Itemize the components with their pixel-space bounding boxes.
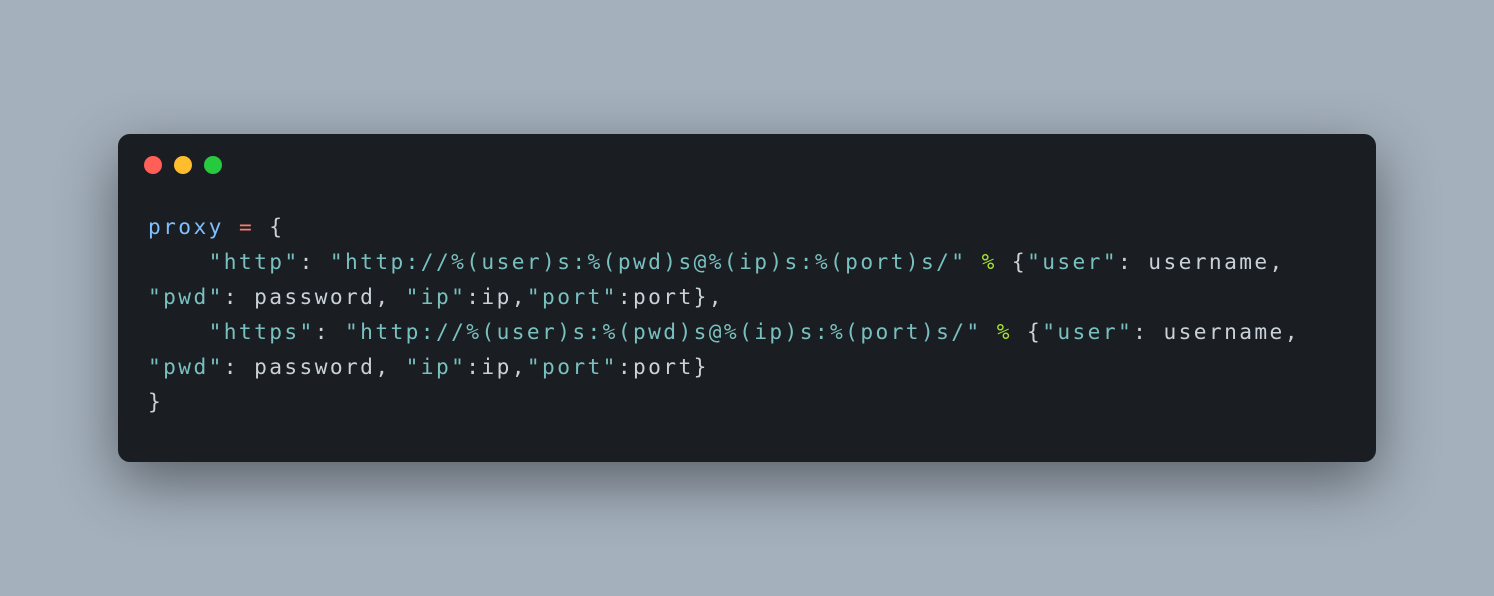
code-token: "user" <box>1027 249 1118 274</box>
code-token: { <box>997 249 1027 274</box>
zoom-icon[interactable] <box>204 156 222 174</box>
code-token: "pwd" <box>148 284 224 309</box>
code-token: "https" <box>209 319 315 344</box>
code-token: : password, <box>224 354 406 379</box>
window-titlebar <box>118 134 1376 182</box>
code-token <box>982 319 997 344</box>
code-token: : username, <box>1133 319 1315 344</box>
code-token: "user" <box>1042 319 1133 344</box>
code-token: "http://%(user)s:%(pwd)s@%(ip)s:%(port)s… <box>330 249 967 274</box>
code-token: "ip" <box>406 284 467 309</box>
code-token: "http://%(user)s:%(pwd)s@%(ip)s:%(port)s… <box>345 319 982 344</box>
code-token: :ip, <box>466 284 527 309</box>
code-window: proxy = { "http": "http://%(user)s:%(pwd… <box>118 134 1376 462</box>
minimize-icon[interactable] <box>174 156 192 174</box>
code-token: "http" <box>209 249 300 274</box>
code-token: % <box>982 249 997 274</box>
close-icon[interactable] <box>144 156 162 174</box>
code-token: : <box>300 249 330 274</box>
code-token <box>966 249 981 274</box>
code-token: = <box>239 214 254 239</box>
code-token: "port" <box>527 284 618 309</box>
code-token: "ip" <box>406 354 467 379</box>
code-token: : <box>315 319 345 344</box>
code-token: "pwd" <box>148 354 224 379</box>
code-token: { <box>1012 319 1042 344</box>
code-token: % <box>997 319 1012 344</box>
code-token: "port" <box>527 354 618 379</box>
code-token: : password, <box>224 284 406 309</box>
code-content: proxy = { "http": "http://%(user)s:%(pwd… <box>118 182 1376 462</box>
code-token: :ip, <box>466 354 527 379</box>
code-token: : username, <box>1118 249 1300 274</box>
code-token: proxy <box>148 214 239 239</box>
